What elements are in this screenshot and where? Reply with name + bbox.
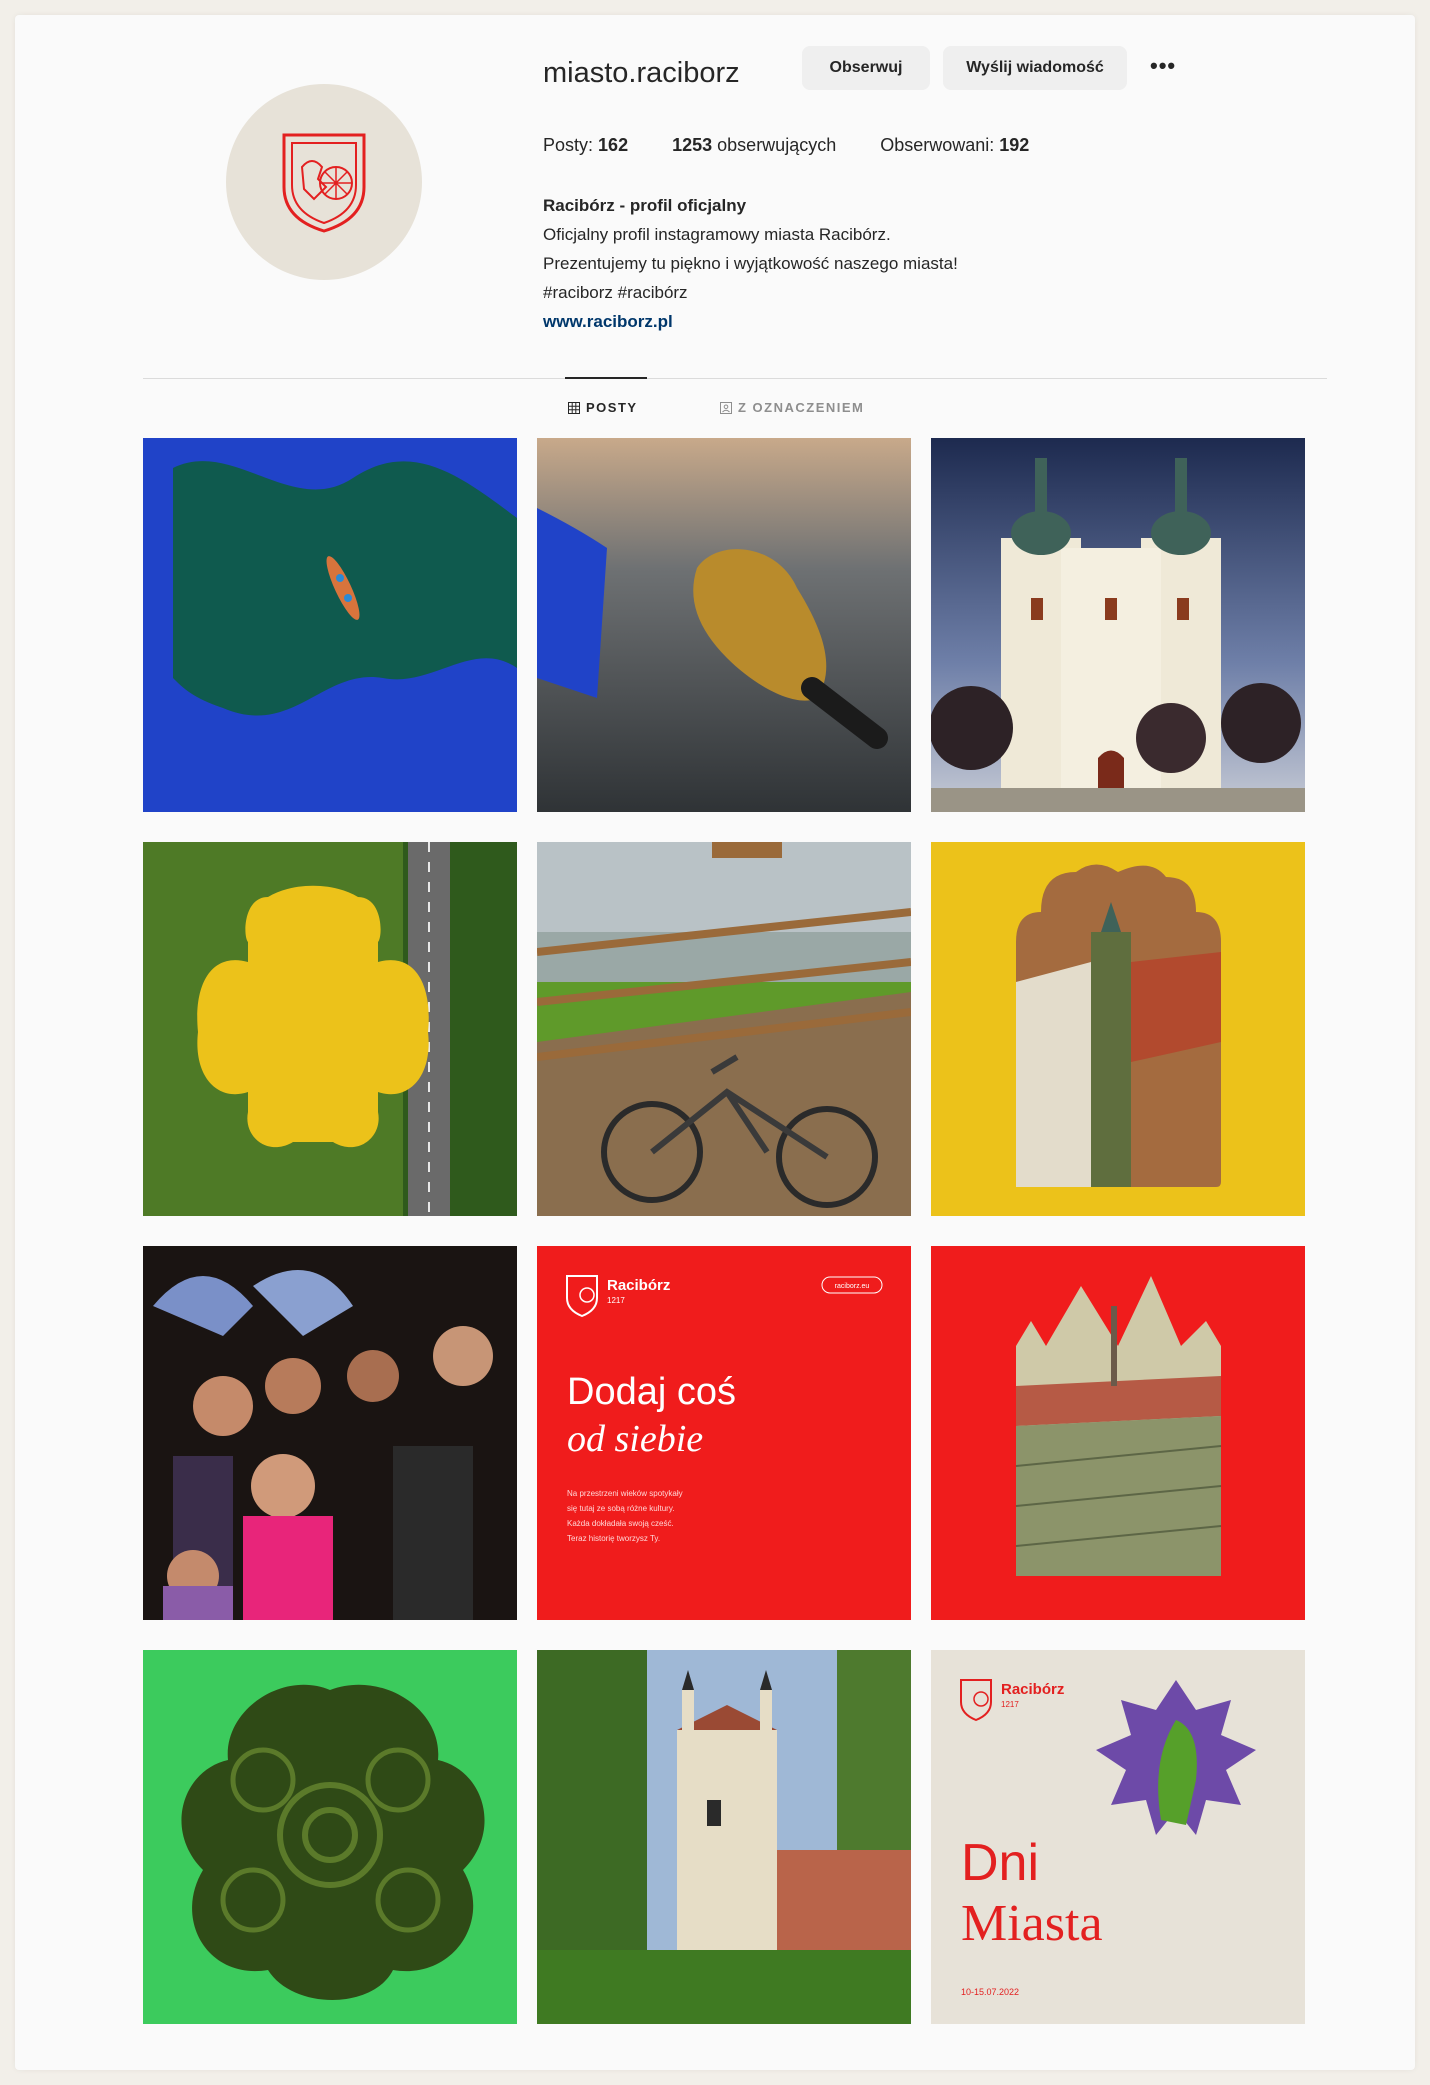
tab-posts[interactable]: POSTY (568, 400, 638, 415)
historic-engraving-image (931, 1246, 1305, 1620)
aerial-road-image (143, 842, 517, 1216)
city-crest-icon (282, 133, 366, 233)
poster-title: Miasta (961, 1895, 1103, 1952)
posts-count: 162 (598, 135, 629, 155)
post-tile[interactable]: Racibórz 1217 Dni Miasta 10-15.07.2022 (931, 1650, 1305, 2024)
post-body: Każda dokładała swoją cześć. (567, 1519, 674, 1528)
post-tile[interactable] (931, 438, 1305, 812)
profile-bio: Racibórz - profil oficjalny Oficjalny pr… (543, 191, 1143, 336)
profile-avatar[interactable] (226, 84, 422, 280)
dodaj-cos-poster: Racibórz 1217 raciborz.eu Dodaj coś od s… (537, 1246, 911, 1620)
follow-button[interactable]: Obserwuj (802, 46, 930, 90)
post-tile[interactable] (143, 1246, 517, 1620)
tab-tagged-label: Z OZNACZENIEM (738, 400, 865, 415)
poster-title: Dni (961, 1834, 1039, 1892)
post-body: Teraz historię tworzysz Ty. (567, 1534, 660, 1543)
post-brand: Racibórz (1001, 1681, 1064, 1698)
grid-icon (568, 401, 580, 414)
castle-tower-image (931, 842, 1305, 1216)
bio-line: Prezentujemy tu piękno i wyjątkowość nas… (543, 254, 958, 273)
post-tile[interactable] (143, 438, 517, 812)
poster-date: 10-15.07.2022 (961, 1987, 1019, 1997)
website-link[interactable]: www.raciborz.pl (543, 307, 1143, 336)
tab-tagged[interactable]: Z OZNACZENIEM (720, 400, 864, 415)
following-count: 192 (999, 135, 1030, 155)
more-options-icon[interactable]: ••• (1150, 53, 1176, 79)
following-stat[interactable]: Obserwowani: 192 (880, 135, 1029, 156)
followers-count: 1253 (672, 135, 713, 155)
boardwalk-bike-image (537, 842, 911, 1216)
post-tile[interactable]: Racibórz 1217 raciborz.eu Dodaj coś od s… (537, 1246, 911, 1620)
post-brand-sub: 1217 (1001, 1700, 1019, 1709)
profile-display-name: Racibórz - profil oficjalny (543, 196, 747, 215)
following-label: Obserwowani: (880, 135, 995, 155)
posts-count-stat: Posty: 162 (543, 135, 628, 156)
profile-page: miasto.raciborz Obserwuj Wyślij wiadomoś… (15, 15, 1415, 2070)
post-tile[interactable] (143, 1650, 517, 2024)
bio-line: Oficjalny profil instagramowy miasta Rac… (543, 225, 891, 244)
post-tile[interactable] (931, 842, 1305, 1216)
post-brand: Racibórz (607, 1277, 670, 1294)
post-site: raciborz.eu (835, 1283, 870, 1290)
followers-stat[interactable]: 1253 obserwujących (672, 135, 836, 156)
paddle-water-image (537, 438, 911, 812)
followers-label: obserwujących (717, 135, 837, 155)
send-message-button[interactable]: Wyślij wiadomość (943, 46, 1127, 90)
profile-username: miasto.raciborz (543, 57, 740, 89)
posts-label: Posty: (543, 135, 594, 155)
kayak-river-image (143, 438, 517, 812)
tagged-icon (720, 401, 732, 414)
maze-garden-image (143, 1650, 517, 2024)
post-tile[interactable] (537, 842, 911, 1216)
church-image (931, 438, 1305, 812)
post-heading-italic: od siebie (567, 1418, 703, 1460)
post-tile[interactable] (537, 1650, 911, 2024)
concert-crowd-image (143, 1246, 517, 1620)
post-tile[interactable] (143, 842, 517, 1216)
post-body: Na przestrzeni wieków spotykały (567, 1489, 683, 1498)
tabs-divider (143, 378, 1327, 379)
post-heading: Dodaj coś (567, 1371, 736, 1413)
gothic-tower-image (537, 1650, 911, 2024)
tab-posts-label: POSTY (586, 400, 638, 415)
post-tile[interactable] (537, 438, 911, 812)
profile-stats: Posty: 162 1253 obserwujących Obserwowan… (543, 135, 1073, 156)
dni-miasta-poster: Racibórz 1217 Dni Miasta 10-15.07.2022 (931, 1650, 1305, 2024)
post-brand-sub: 1217 (607, 1296, 625, 1305)
active-tab-indicator (565, 377, 647, 379)
post-body: się tutaj ze sobą różne kultury. (567, 1504, 674, 1513)
post-tile[interactable] (931, 1246, 1305, 1620)
bio-hashtags[interactable]: #raciborz #racibórz (543, 278, 1143, 307)
